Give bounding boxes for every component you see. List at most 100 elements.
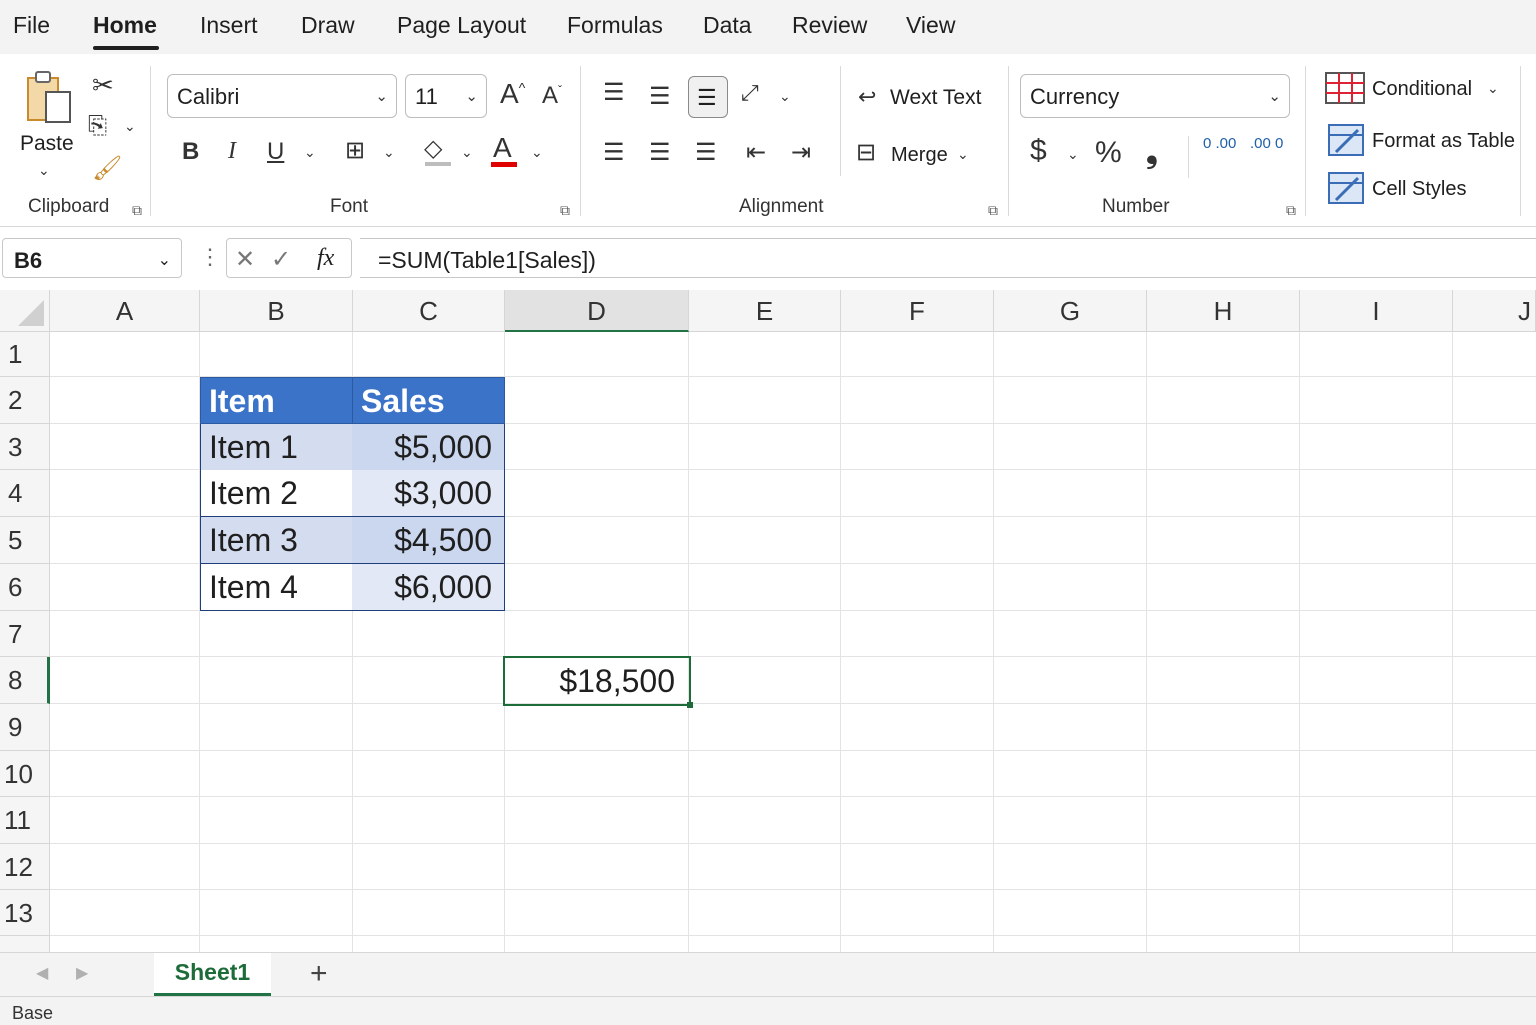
table-header-item[interactable]: Item xyxy=(200,377,353,424)
merge-button[interactable]: Merge xyxy=(891,144,948,167)
column-header[interactable]: F xyxy=(841,290,994,332)
tab-data[interactable]: Data xyxy=(703,12,752,39)
cut-icon[interactable]: ✂ xyxy=(92,70,114,101)
increase-indent-icon[interactable]: ⇥ xyxy=(791,138,811,167)
row-header[interactable]: 4 xyxy=(0,470,50,517)
tab-draw[interactable]: Draw xyxy=(301,12,355,39)
wrap-text-icon[interactable]: ↩ xyxy=(858,84,876,110)
table-cell-sales[interactable]: $6,000 xyxy=(352,564,505,611)
column-header[interactable]: I xyxy=(1300,290,1453,332)
column-header[interactable]: G xyxy=(994,290,1147,332)
chevron-down-icon[interactable]: ⌄ xyxy=(383,144,395,161)
sheet-tab-sheet1[interactable]: Sheet1 xyxy=(154,953,271,996)
column-header[interactable]: H xyxy=(1147,290,1300,332)
dialog-launcher-icon[interactable]: ⧉ xyxy=(560,202,570,219)
fill-color-icon[interactable]: ◇ xyxy=(424,134,442,163)
shrink-font-button[interactable]: Aˇ xyxy=(542,82,562,110)
tab-page-layout[interactable]: Page Layout xyxy=(397,12,526,39)
table-cell-item[interactable]: Item 4 xyxy=(200,564,353,611)
accounting-format-button[interactable]: $ xyxy=(1030,134,1047,168)
column-header-selected[interactable]: D xyxy=(505,290,689,332)
row-header[interactable]: 10 xyxy=(0,751,50,797)
tab-file[interactable]: File xyxy=(13,12,50,39)
chevron-down-icon[interactable]: ⌄ xyxy=(304,144,316,161)
number-format-dropdown[interactable]: Currency ⌄ xyxy=(1020,74,1290,118)
chevron-down-icon[interactable]: ⌄ xyxy=(461,144,473,161)
tab-insert[interactable]: Insert xyxy=(200,12,258,39)
font-size-dropdown[interactable]: 11 ⌄ xyxy=(405,74,487,118)
align-middle-icon[interactable]: ☰ xyxy=(649,82,671,111)
align-right-icon[interactable]: ☰ xyxy=(695,138,717,167)
italic-button[interactable]: I xyxy=(228,138,236,165)
row-header[interactable] xyxy=(0,936,50,952)
align-bottom-button[interactable]: ☰ xyxy=(688,76,728,118)
grow-font-button[interactable]: A^ xyxy=(500,78,525,110)
chevron-down-icon[interactable]: ⌄ xyxy=(779,88,791,105)
active-cell-total[interactable]: $18,500 xyxy=(503,656,691,706)
chevron-down-icon[interactable]: ⌄ xyxy=(1067,146,1079,163)
align-left-icon[interactable]: ☰ xyxy=(603,138,625,167)
wrap-text-button[interactable]: Wext Text xyxy=(890,86,981,110)
chevron-down-icon[interactable]: ⌄ xyxy=(124,118,136,135)
row-header[interactable]: 7 xyxy=(0,611,50,657)
insert-function-button[interactable]: fx xyxy=(317,245,334,272)
bold-button[interactable]: B xyxy=(182,138,199,166)
column-header[interactable]: J xyxy=(1453,290,1536,332)
row-header[interactable]: 13 xyxy=(0,890,50,936)
column-header[interactable]: E xyxy=(689,290,841,332)
format-as-table-button[interactable]: Format as Table xyxy=(1328,124,1518,160)
row-header[interactable]: 9 xyxy=(0,704,50,751)
merge-icon[interactable]: ⊟ xyxy=(856,138,876,167)
tab-home[interactable]: Home xyxy=(93,12,157,39)
formula-input[interactable]: =SUM(Table1[Sales]) xyxy=(360,238,1536,278)
table-header-sales[interactable]: Sales xyxy=(352,377,505,424)
column-header[interactable]: B xyxy=(200,290,353,332)
decrease-decimal-button[interactable]: .00 0 xyxy=(1250,136,1284,152)
dialog-launcher-icon[interactable]: ⧉ xyxy=(132,202,142,219)
table-cell-item[interactable]: Item 1 xyxy=(200,424,353,471)
table-cell-sales[interactable]: $4,500 xyxy=(352,517,505,564)
dialog-launcher-icon[interactable]: ⧉ xyxy=(988,202,998,219)
orientation-icon[interactable]: ⤢ xyxy=(741,80,759,106)
scroll-right-icon[interactable]: ▶ xyxy=(76,963,88,983)
more-options-icon[interactable]: ⋮ xyxy=(199,244,221,270)
row-header[interactable]: 2 xyxy=(0,377,50,424)
add-sheet-button[interactable]: + xyxy=(310,957,328,991)
percent-style-button[interactable]: % xyxy=(1095,136,1122,170)
align-center-icon[interactable]: ☰ xyxy=(649,138,671,167)
row-header[interactable]: 5 xyxy=(0,517,50,564)
comma-style-button[interactable]: ❟ xyxy=(1146,136,1158,170)
scroll-left-icon[interactable]: ◀ xyxy=(36,963,48,983)
decrease-indent-icon[interactable]: ⇤ xyxy=(746,138,766,167)
format-painter-icon[interactable]: 🖌 xyxy=(92,154,122,183)
tab-formulas[interactable]: Formulas xyxy=(567,12,663,39)
fill-handle[interactable] xyxy=(687,702,693,708)
font-name-dropdown[interactable]: Calibri ⌄ xyxy=(167,74,397,118)
row-header[interactable]: 11 xyxy=(0,797,50,844)
row-header[interactable]: 12 xyxy=(0,844,50,890)
table-cell-sales[interactable]: $5,000 xyxy=(352,424,505,471)
row-header[interactable]: 6 xyxy=(0,564,50,611)
enter-check-icon[interactable]: ✓ xyxy=(271,245,291,274)
name-box[interactable]: B6 ⌄ xyxy=(2,238,182,278)
underline-button[interactable]: U xyxy=(267,138,284,166)
table-cell-item[interactable]: Item 2 xyxy=(200,470,353,517)
cell-styles-button[interactable]: Cell Styles xyxy=(1328,172,1518,208)
cancel-icon[interactable]: ✕ xyxy=(235,245,255,274)
copy-icon[interactable]: ⎘ xyxy=(88,112,107,140)
table-cell-item[interactable]: Item 3 xyxy=(200,517,353,564)
align-top-icon[interactable]: ☰ xyxy=(603,78,625,107)
row-header[interactable]: 1 xyxy=(0,332,50,377)
select-all-corner[interactable] xyxy=(0,290,50,332)
chevron-down-icon[interactable]: ⌄ xyxy=(531,144,543,161)
tab-review[interactable]: Review xyxy=(792,12,867,39)
tab-view[interactable]: View xyxy=(906,12,955,39)
conditional-formatting-button[interactable]: Conditional ⌄ xyxy=(1325,72,1515,108)
chevron-down-icon[interactable]: ⌄ xyxy=(957,146,969,163)
column-header[interactable]: A xyxy=(50,290,200,332)
borders-icon[interactable]: ⊞ xyxy=(345,136,365,165)
column-header[interactable]: C xyxy=(353,290,505,332)
font-color-icon[interactable]: A xyxy=(493,132,512,164)
table-cell-sales[interactable]: $3,000 xyxy=(352,470,505,517)
increase-decimal-button[interactable]: 0 .00 xyxy=(1203,136,1236,152)
